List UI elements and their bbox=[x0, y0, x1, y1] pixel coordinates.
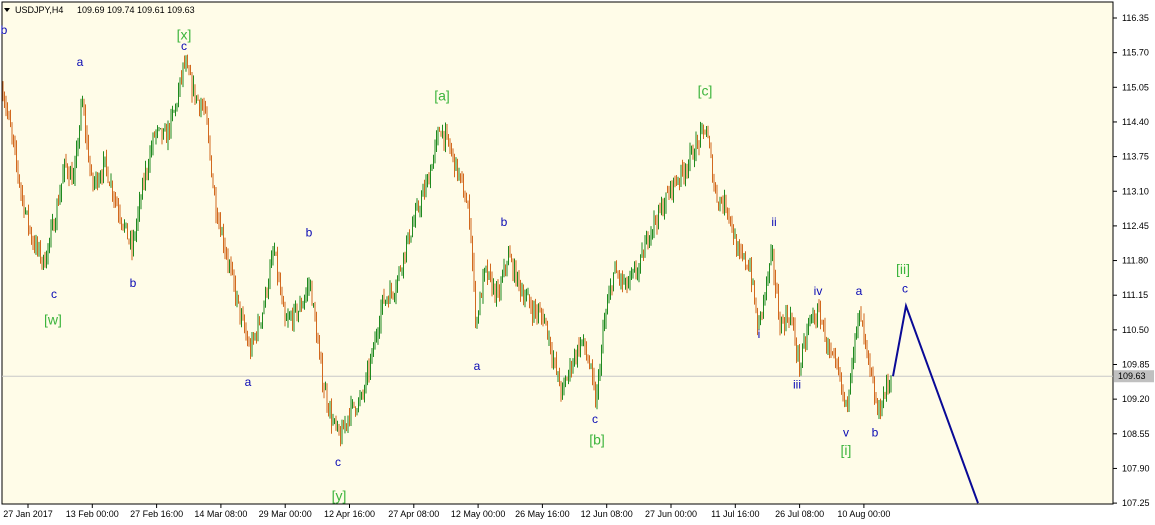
wave-label: b bbox=[872, 426, 879, 440]
y-tick-label: 113.75 bbox=[1122, 152, 1149, 162]
x-tick-label: 11 Jul 16:00 bbox=[711, 509, 759, 519]
y-tick-label: 109.85 bbox=[1122, 360, 1150, 370]
x-tick-label: 13 Feb 00:00 bbox=[66, 509, 119, 519]
x-tick-label: 27 Jan 2017 bbox=[3, 509, 53, 519]
x-tick-label: 12 Jun 08:00 bbox=[581, 509, 633, 519]
x-tick-label: 14 Mar 08:00 bbox=[194, 509, 247, 519]
wave-label: c bbox=[181, 39, 187, 53]
x-tick-label: 12 Apr 16:00 bbox=[324, 509, 375, 519]
y-tick-label: 111.80 bbox=[1122, 256, 1148, 266]
window-title: USDJPY,H4 109.69 109.74 109.61 109.63 bbox=[4, 5, 195, 15]
wave-label: iv bbox=[814, 284, 823, 298]
wave-label: a bbox=[245, 375, 252, 389]
x-tick-label: 26 May 16:00 bbox=[515, 509, 570, 519]
chart: ba[x]cc[w]bbac[y][a]bac[b][c]iiiiv aiiiv[… bbox=[0, 0, 1155, 525]
x-tick-label: 27 Apr 08:00 bbox=[388, 509, 439, 519]
wave-label: b bbox=[501, 215, 508, 229]
wave-label: c bbox=[335, 455, 341, 469]
wave-label: c bbox=[592, 412, 598, 426]
x-tick-label: 29 Mar 00:00 bbox=[259, 509, 312, 519]
x-tick-label: 12 May 00:00 bbox=[451, 509, 506, 519]
symbol-label: USDJPY,H4 bbox=[15, 5, 63, 15]
y-tick-label: 111.15 bbox=[1122, 290, 1148, 300]
wave-label: b bbox=[1, 23, 8, 37]
y-tick-label: 108.55 bbox=[1122, 429, 1150, 439]
wave-label: iii bbox=[793, 378, 801, 392]
wave-label: [b] bbox=[589, 432, 605, 448]
y-tick-label: 115.70 bbox=[1122, 48, 1149, 58]
quote-label: 109.69 109.74 109.61 109.63 bbox=[77, 5, 195, 15]
y-tick-label: 115.05 bbox=[1122, 82, 1149, 92]
current-price-label-text: 109.63 bbox=[1118, 371, 1146, 381]
wave-label: i bbox=[758, 327, 761, 341]
x-tick-label: 27 Jun 00:00 bbox=[645, 509, 697, 519]
x-tick-label: 10 Aug 00:00 bbox=[837, 509, 890, 519]
wave-label: [c] bbox=[698, 82, 713, 98]
y-tick-label: 112.45 bbox=[1122, 221, 1149, 231]
wave-label: [i] bbox=[841, 442, 852, 458]
y-tick-label: 107.25 bbox=[1122, 498, 1150, 508]
wave-label: [a] bbox=[434, 88, 450, 104]
plot-area bbox=[1, 1, 1114, 505]
y-tick-label: 109.20 bbox=[1122, 394, 1150, 404]
y-tick-label: 110.50 bbox=[1122, 325, 1149, 335]
wave-label: ii bbox=[771, 215, 776, 229]
wave-label: [ii] bbox=[896, 261, 910, 277]
y-tick-label: 113.10 bbox=[1122, 186, 1149, 196]
wave-label: c bbox=[51, 287, 57, 301]
wave-label: [w] bbox=[44, 312, 62, 328]
wave-label: a bbox=[77, 55, 84, 69]
wave-label: a bbox=[856, 284, 863, 298]
wave-label: b bbox=[306, 226, 313, 240]
x-tick-label: 26 Jul 08:00 bbox=[775, 509, 824, 519]
y-tick-label: 116.35 bbox=[1122, 13, 1149, 23]
wave-label: v bbox=[843, 426, 849, 440]
x-tick-label: 27 Feb 16:00 bbox=[130, 509, 183, 519]
wave-label: b bbox=[130, 276, 137, 290]
current-price-label: 109.63 bbox=[1114, 370, 1154, 383]
y-tick-label: 107.90 bbox=[1122, 463, 1150, 473]
wave-label: a bbox=[474, 359, 481, 373]
wave-label: [y] bbox=[332, 487, 347, 503]
y-tick-label: 114.40 bbox=[1122, 117, 1149, 127]
wave-label: c bbox=[902, 282, 908, 296]
